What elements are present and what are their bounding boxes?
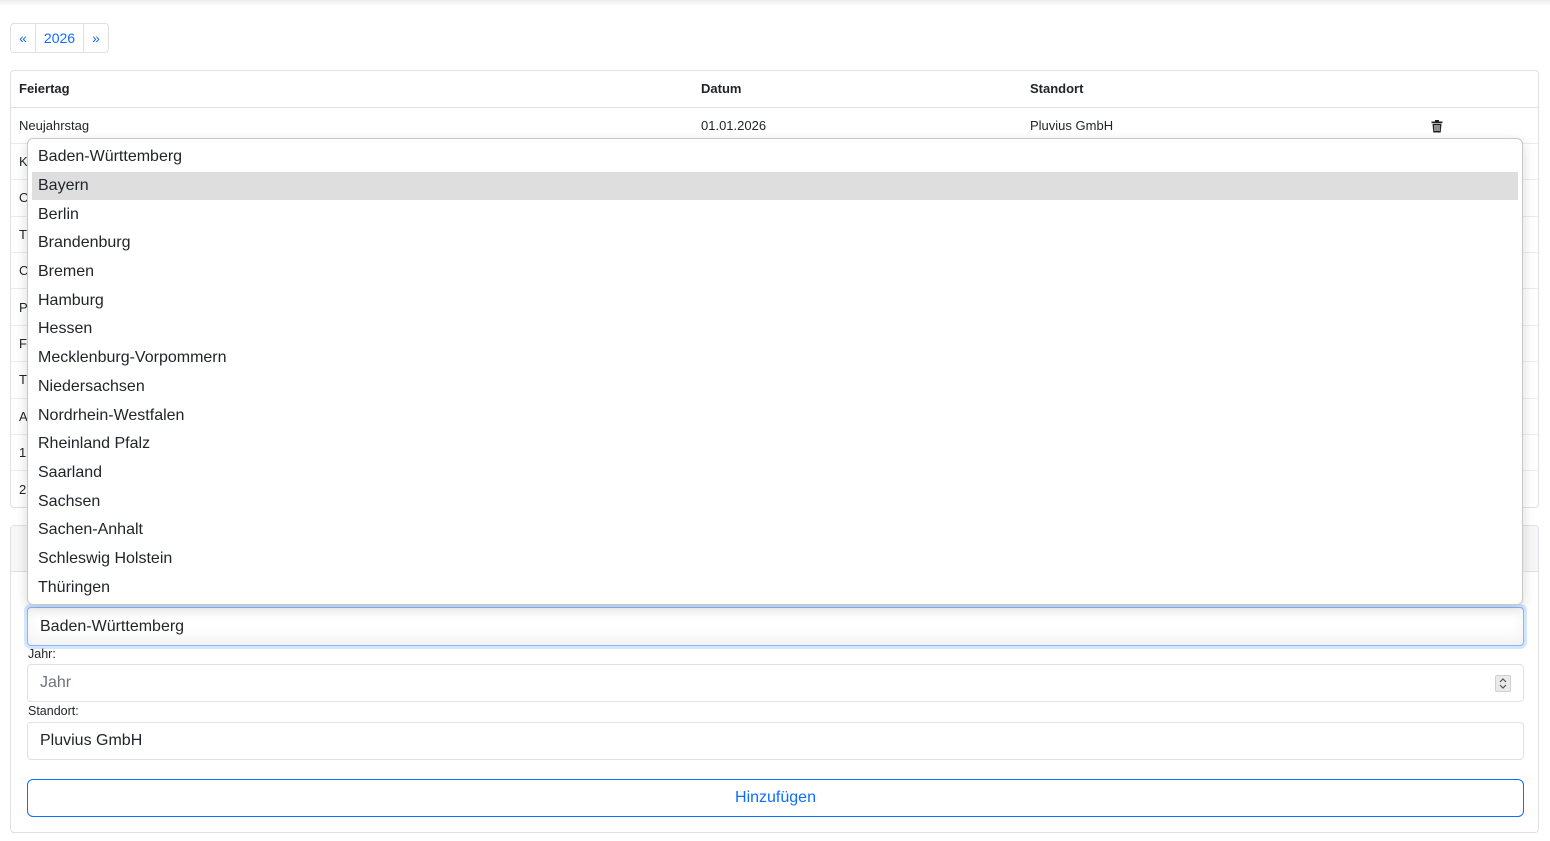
trash-icon[interactable] [1431,119,1443,133]
location-input-value: Pluvius GmbH [40,732,143,749]
column-header-actions [1422,71,1538,108]
column-header-location: Standort [1022,71,1422,108]
add-button[interactable]: Hinzufügen [27,779,1524,817]
state-dropdown-list: Baden-Württemberg Bayern Berlin Brandenb… [27,138,1523,605]
dropdown-option[interactable]: Bremen [32,258,1518,287]
year-input[interactable]: Jahr [27,664,1524,702]
dropdown-option[interactable]: Nordrhein-Westfalen [32,401,1518,430]
state-select[interactable]: Baden-Württemberg [27,607,1524,646]
dropdown-option[interactable]: Mecklenburg-Vorpommern [32,344,1518,373]
year-spinner-icon[interactable] [1495,675,1511,692]
previous-year-button[interactable]: « [11,24,36,52]
dropdown-option[interactable]: Niedersachsen [32,373,1518,402]
dropdown-option[interactable]: Thüringen [32,573,1518,602]
dropdown-option[interactable]: Sachsen [32,487,1518,516]
next-year-button[interactable]: » [84,24,108,52]
column-header-date: Datum [693,71,1022,108]
dropdown-option[interactable]: Hamburg [32,286,1518,315]
state-select-value: Baden-Württemberg [40,617,185,635]
year-pagination: « 2026 » [10,23,109,53]
location-input[interactable]: Pluvius GmbH [27,722,1524,760]
dropdown-option[interactable]: Brandenburg [32,229,1518,258]
year-label: Jahr: [28,647,56,661]
dropdown-option[interactable]: Rheinland Pfalz [32,430,1518,459]
dropdown-option[interactable]: Sachen-Anhalt [32,516,1518,545]
dropdown-option[interactable]: Saarland [32,459,1518,488]
dropdown-option[interactable]: Schleswig Holstein [32,545,1518,574]
table-header-row: Feiertag Datum Standort [11,71,1538,108]
dropdown-option[interactable]: Berlin [32,200,1518,229]
dropdown-option[interactable]: Bayern [32,171,1518,201]
current-year-button[interactable]: 2026 [36,24,84,52]
top-shadow [0,0,1550,6]
dropdown-option[interactable]: Hessen [32,315,1518,344]
year-input-placeholder: Jahr [40,674,72,691]
location-label: Standort: [28,704,79,718]
dropdown-option[interactable]: Baden-Württemberg [32,143,1518,172]
column-header-holiday: Feiertag [11,71,693,108]
